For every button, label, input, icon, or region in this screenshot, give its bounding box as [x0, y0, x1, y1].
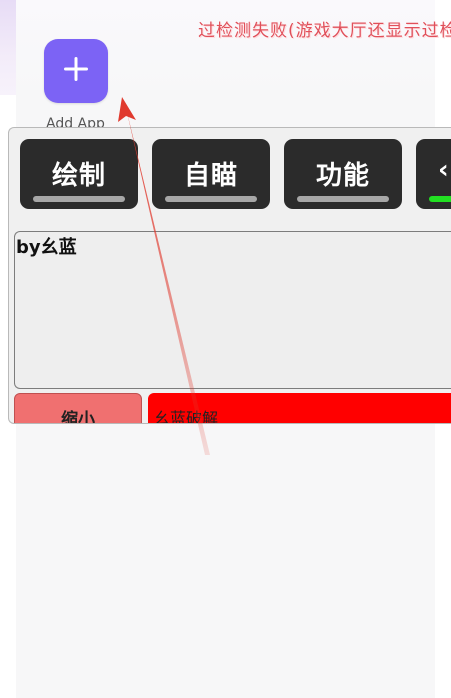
shrink-button[interactable]: 缩小: [14, 393, 142, 424]
shrink-button-label: 缩小: [61, 410, 95, 424]
tab-label: ‹: [438, 155, 450, 185]
crack-button[interactable]: 幺蓝破解: [148, 393, 451, 424]
tab-draw[interactable]: 绘制: [20, 139, 138, 209]
plus-icon: [61, 54, 91, 88]
tab-label: 绘制: [51, 161, 106, 191]
cheat-menu-window: 绘制 自瞄 功能 ‹ by幺蓝 缩小 幺蓝破解: [8, 127, 451, 424]
tab-indicator: [33, 196, 125, 202]
info-text: by幺蓝: [16, 237, 77, 258]
overlay-notice-text: 过检测失败(游戏大厅还显示过检: [198, 21, 451, 41]
tab-partial[interactable]: ‹: [416, 139, 451, 209]
tab-label: 自瞄: [183, 161, 238, 191]
tab-label: 功能: [315, 161, 370, 191]
tab-aim[interactable]: 自瞄: [152, 139, 270, 209]
crack-button-label: 幺蓝破解: [154, 409, 219, 424]
tab-indicator: [297, 196, 389, 202]
add-app-button[interactable]: [44, 39, 108, 103]
tab-indicator: [165, 196, 257, 202]
tab-indicator-active: [429, 196, 451, 202]
tab-function[interactable]: 功能: [284, 139, 402, 209]
info-textbox[interactable]: by幺蓝: [14, 231, 451, 389]
